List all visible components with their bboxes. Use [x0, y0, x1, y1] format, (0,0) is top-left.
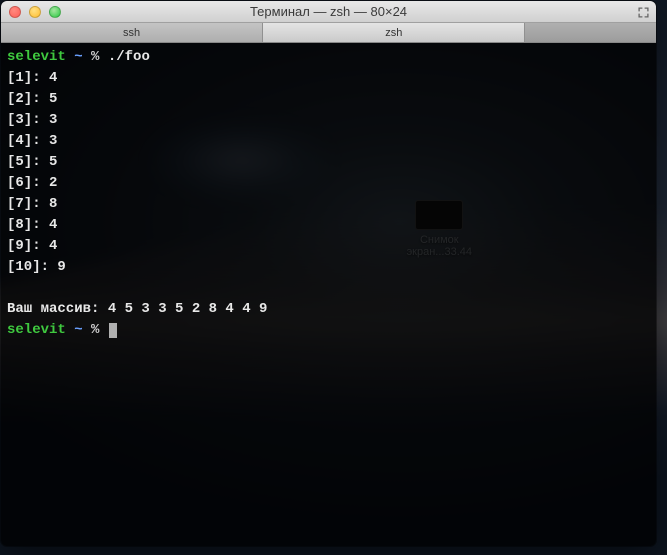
- terminal-viewport[interactable]: selevit ~ % ./foo [1]: 4[2]: 5[3]: 3[4]:…: [1, 43, 656, 546]
- prompt-line: selevit ~ % ./foo: [7, 47, 650, 68]
- output-line: [3]: 3: [7, 110, 650, 131]
- prompt-symbol: %: [91, 49, 108, 65]
- minimize-icon[interactable]: [29, 6, 41, 18]
- close-icon[interactable]: [9, 6, 21, 18]
- output-line: [8]: 4: [7, 215, 650, 236]
- command-text: ./foo: [108, 49, 150, 65]
- tab-label: zsh: [385, 27, 402, 39]
- tab-bar: ssh zsh: [1, 23, 656, 43]
- tab-ssh[interactable]: ssh: [1, 23, 263, 42]
- output-line: [6]: 2: [7, 173, 650, 194]
- prompt-line: selevit ~ %: [7, 320, 650, 341]
- output-line: Ваш массив: 4 5 3 3 5 2 8 4 4 9: [7, 299, 650, 320]
- tab-overflow: [525, 23, 656, 42]
- window-title: Терминал — zsh — 80×24: [1, 4, 656, 19]
- prompt-path: ~: [74, 49, 82, 65]
- output-line: [4]: 3: [7, 131, 650, 152]
- cursor-icon: [109, 323, 117, 338]
- output-line: [9]: 4: [7, 236, 650, 257]
- output-line: [5]: 5: [7, 152, 650, 173]
- prompt-path: ~: [74, 322, 82, 338]
- prompt-user: selevit: [7, 322, 66, 338]
- terminal-window: Терминал — zsh — 80×24 ssh zsh selevit ~…: [1, 1, 656, 546]
- output-line: [7]: 8: [7, 194, 650, 215]
- tab-zsh[interactable]: zsh: [263, 23, 525, 42]
- fullscreen-button[interactable]: [636, 5, 650, 19]
- output-line: [10]: 9: [7, 257, 650, 278]
- output-line: [1]: 4: [7, 68, 650, 89]
- prompt-symbol: %: [91, 322, 108, 338]
- traffic-lights: [1, 6, 61, 18]
- output-line: [7, 278, 650, 299]
- tab-label: ssh: [123, 27, 140, 39]
- output-line: [2]: 5: [7, 89, 650, 110]
- fullscreen-icon: [638, 7, 649, 18]
- terminal-output: [1]: 4[2]: 5[3]: 3[4]: 3[5]: 5[6]: 2[7]:…: [7, 68, 650, 320]
- prompt-user: selevit: [7, 49, 66, 65]
- zoom-icon[interactable]: [49, 6, 61, 18]
- window-titlebar[interactable]: Терминал — zsh — 80×24: [1, 1, 656, 23]
